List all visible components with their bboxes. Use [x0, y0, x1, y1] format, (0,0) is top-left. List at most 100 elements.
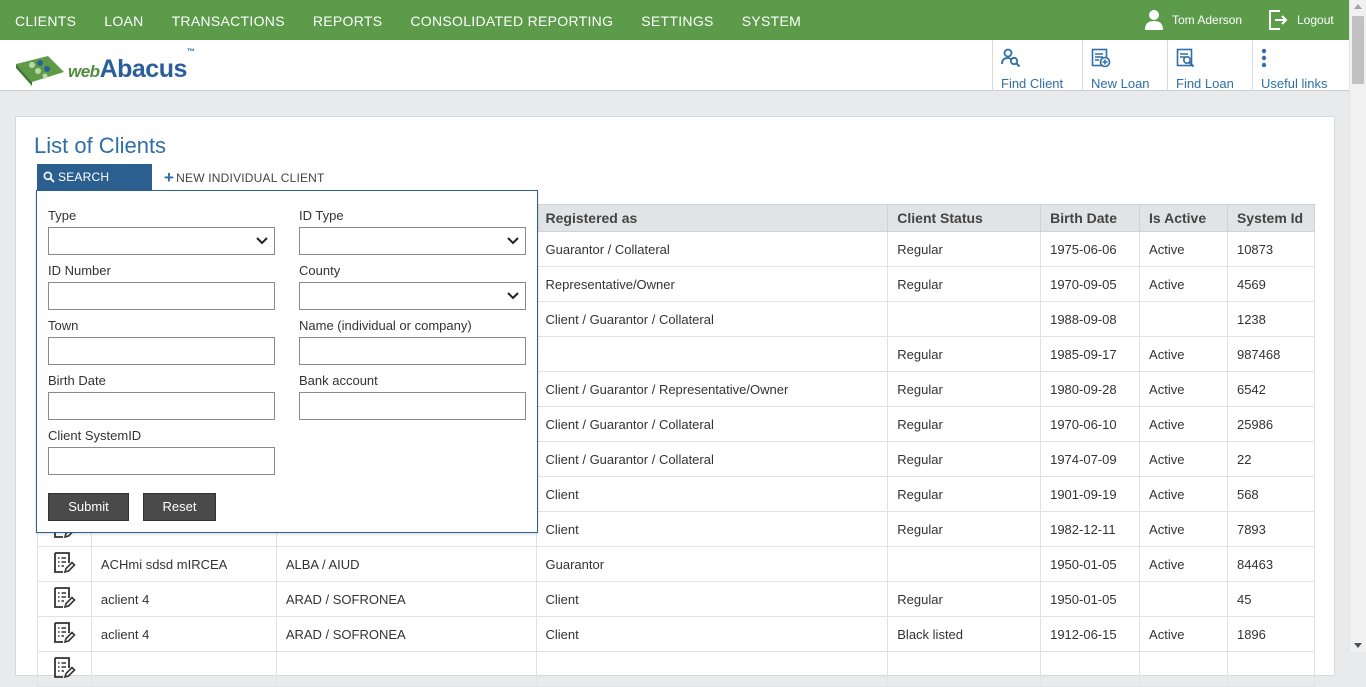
- header-system-id[interactable]: System Id: [1226, 204, 1316, 232]
- menu-loan[interactable]: LOAN: [90, 0, 157, 40]
- bank-account-label: Bank account: [299, 373, 378, 388]
- table-row[interactable]: aclient 4 ARAD / SOFRONEA Client Regular 195…: [37, 581, 1316, 617]
- useful-links-label: Useful links: [1261, 76, 1328, 91]
- find-loan-icon: [1176, 48, 1195, 68]
- registered-as-cell: Guarantor: [535, 546, 889, 582]
- more-vertical-icon: [1261, 48, 1267, 68]
- id-number-box: [48, 282, 275, 310]
- scroll-up-arrow-icon[interactable]: [1354, 4, 1362, 9]
- quick-link-useful-links[interactable]: Useful links: [1252, 40, 1349, 91]
- is-active-cell: Active: [1139, 231, 1228, 267]
- client-status-cell: Regular: [887, 371, 1042, 407]
- quick-link-new-loan[interactable]: New Loan: [1082, 40, 1168, 91]
- quick-link-find-loan[interactable]: Find Loan: [1167, 40, 1253, 91]
- logout-label: Logout: [1297, 13, 1334, 27]
- is-active-cell: Active: [1139, 371, 1228, 407]
- client-status-cell: Regular: [887, 581, 1042, 617]
- tab-search-filter[interactable]: SEARCH FILTER: [37, 164, 152, 211]
- client-address-cell: [275, 651, 537, 687]
- registered-as-cell: Client: [535, 476, 889, 512]
- reset-button[interactable]: Reset: [143, 493, 216, 521]
- registered-as-cell: Client: [535, 616, 889, 652]
- new-loan-icon: [1091, 48, 1111, 68]
- system-id-cell: 1238: [1226, 301, 1316, 337]
- edit-document-icon[interactable]: [52, 656, 77, 680]
- town-field: Town: [48, 318, 275, 365]
- scrollbar-thumb[interactable]: [1352, 16, 1364, 84]
- header-birth-date[interactable]: Birth Date: [1040, 204, 1141, 232]
- birth-date-cell: 1974-07-09: [1040, 441, 1141, 477]
- scroll-down-arrow-icon[interactable]: [1354, 643, 1362, 648]
- system-id-cell: 1896: [1226, 616, 1316, 652]
- client-status-cell: Regular: [887, 266, 1042, 302]
- is-active-cell: [1139, 651, 1228, 687]
- registered-as-cell: Client: [535, 581, 889, 617]
- id-number-input[interactable]: [49, 283, 274, 309]
- name-field: Name (individual or company): [299, 318, 526, 365]
- id-type-select[interactable]: [299, 227, 526, 255]
- system-id-cell: 25986: [1226, 406, 1316, 442]
- birth-date-cell: 1901-09-19: [1040, 476, 1141, 512]
- logout-button[interactable]: Logout: [1267, 9, 1334, 31]
- birth-date-cell: 1912-06-15: [1040, 616, 1141, 652]
- birth-date-cell: 1982-12-11: [1040, 511, 1141, 547]
- is-active-cell: Active: [1139, 511, 1228, 547]
- is-active-cell: Active: [1139, 336, 1228, 372]
- logout-icon: [1269, 10, 1288, 30]
- is-active-cell: [1139, 301, 1228, 337]
- client-name-cell: aclient 4: [90, 616, 277, 652]
- webabacus-logo[interactable]: webAbacus™: [14, 47, 195, 88]
- birth-date-cell: 1950-01-05: [1040, 546, 1141, 582]
- system-id-cell: 4569: [1226, 266, 1316, 302]
- table-row[interactable]: aclient 4 ARAD / SOFRONEA Client Black list…: [37, 616, 1316, 652]
- registered-as-cell: Client / Guarantor / Representative/Owne…: [535, 371, 889, 407]
- find-client-icon: [1001, 48, 1021, 68]
- registered-as-cell: Representative/Owner: [535, 266, 889, 302]
- quick-link-find-client[interactable]: Find Client: [992, 40, 1083, 91]
- menu-transactions[interactable]: TRANSACTIONS: [158, 0, 299, 40]
- type-field: Type: [48, 208, 275, 255]
- menu-reports[interactable]: REPORTS: [299, 0, 397, 40]
- name-label: Name (individual or company): [299, 318, 472, 333]
- user-name: Tom Aderson: [1172, 13, 1243, 27]
- system-id-cell: 10873: [1226, 231, 1316, 267]
- table-row[interactable]: [37, 651, 1316, 687]
- town-input[interactable]: [49, 338, 274, 364]
- chevron-down-icon: [507, 292, 519, 300]
- name-input[interactable]: [300, 338, 525, 364]
- client-status-cell: Regular: [887, 511, 1042, 547]
- submit-button[interactable]: Submit: [48, 493, 129, 521]
- menu-system[interactable]: SYSTEM: [728, 0, 815, 40]
- edit-cell: [37, 616, 92, 652]
- edit-cell: [37, 581, 92, 617]
- birth-date-input[interactable]: [49, 393, 274, 419]
- menu-clients[interactable]: CLIENTS: [0, 0, 90, 40]
- new-loan-label: New Loan: [1091, 76, 1150, 91]
- tab-new-individual-client[interactable]: + NEW INDIVIDUAL CLIENT: [164, 164, 325, 191]
- type-select[interactable]: [48, 227, 275, 255]
- header-is-active[interactable]: Is Active: [1139, 204, 1228, 232]
- page-scrollbar[interactable]: [1349, 0, 1366, 652]
- client-systemid-label: Client SystemID: [48, 428, 142, 443]
- registered-as-cell: Guarantor / Collateral: [535, 231, 889, 267]
- header-registered-as[interactable]: Registered as: [535, 204, 889, 232]
- edit-document-icon[interactable]: [52, 621, 77, 645]
- edit-document-icon[interactable]: [52, 551, 77, 575]
- user-menu[interactable]: Tom Aderson: [1144, 9, 1242, 31]
- header-client-status[interactable]: Client Status: [887, 204, 1042, 232]
- table-row[interactable]: ACHmi sdsd mIRCEA ALBA / AIUD Guarantor 195…: [37, 546, 1316, 582]
- client-name-cell: [90, 651, 277, 687]
- menu-consolidated-reporting[interactable]: CONSOLIDATED REPORTING: [396, 0, 627, 40]
- bank-account-input[interactable]: [300, 393, 525, 419]
- edit-document-icon[interactable]: [52, 586, 77, 610]
- system-id-cell: 6542: [1226, 371, 1316, 407]
- system-id-cell: [1226, 651, 1316, 687]
- town-box: [48, 337, 275, 365]
- client-systemid-input[interactable]: [49, 448, 274, 474]
- county-select[interactable]: [299, 282, 526, 310]
- client-status-cell: [887, 651, 1042, 687]
- registered-as-cell: [535, 336, 889, 372]
- system-id-cell: 84463: [1226, 546, 1316, 582]
- menu-settings[interactable]: SETTINGS: [627, 0, 727, 40]
- registered-as-cell: Client / Guarantor / Collateral: [535, 301, 889, 337]
